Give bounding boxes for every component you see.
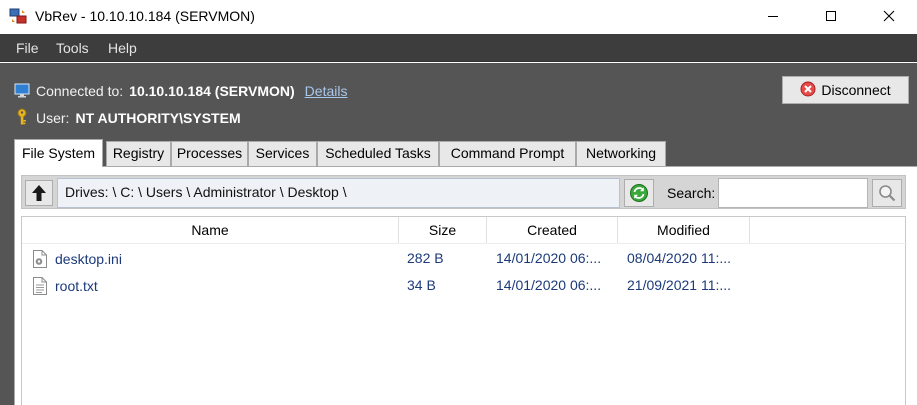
search-input[interactable] (718, 178, 868, 208)
file-created: 14/01/2020 06:... (496, 250, 602, 266)
file-modified: 08/04/2020 11:... (627, 250, 732, 266)
tab-command-prompt[interactable]: Command Prompt (439, 141, 576, 166)
maximize-button[interactable] (808, 0, 854, 32)
tab-networking[interactable]: Networking (576, 141, 666, 166)
file-row[interactable]: root.txt 34 B 14/01/2020 06:... 21/09/20… (22, 273, 907, 299)
disconnect-button[interactable]: Disconnect (782, 76, 909, 104)
file-system-panel: Drives: \ C: \ Users \ Administrator \ D… (14, 166, 917, 405)
file-list: Name Size Created Modified desktop.ini 2… (21, 216, 907, 405)
user-label: User: (36, 110, 70, 126)
menu-tools[interactable]: Tools (56, 40, 89, 56)
header-divider (22, 243, 907, 244)
monitor-icon (14, 82, 30, 101)
file-created: 14/01/2020 06:... (496, 277, 602, 293)
app-icon (9, 7, 27, 25)
column-header-size[interactable]: Size (399, 217, 487, 243)
user-value: NT AUTHORITY\SYSTEM (75, 110, 241, 126)
file-name: desktop.ini (55, 251, 122, 267)
arrow-up-icon (32, 185, 46, 201)
maximize-icon (826, 11, 836, 21)
text-file-icon (32, 277, 48, 295)
file-row[interactable]: desktop.ini 282 B 14/01/2020 06:... 08/0… (22, 246, 907, 272)
file-name: root.txt (55, 278, 98, 294)
search-icon (879, 185, 896, 202)
minimize-icon (768, 16, 778, 17)
path-breadcrumb[interactable]: Drives: \ C: \ Users \ Administrator \ D… (57, 178, 620, 208)
settings-file-icon (32, 250, 48, 268)
disconnect-icon (800, 81, 816, 100)
connection-label: Connected to: (36, 83, 124, 99)
close-icon (883, 10, 895, 22)
file-name-cell: root.txt (32, 277, 98, 295)
menu-file[interactable]: File (16, 40, 39, 56)
tab-services[interactable]: Services (248, 141, 317, 166)
menu-help[interactable]: Help (108, 40, 137, 56)
details-link[interactable]: Details (305, 83, 348, 99)
tab-processes[interactable]: Processes (171, 141, 248, 166)
minimize-button[interactable] (750, 0, 796, 32)
file-name-cell: desktop.ini (32, 250, 122, 268)
file-size: 282 B (407, 250, 444, 266)
search-label: Search: (667, 185, 716, 201)
refresh-icon (630, 184, 648, 202)
path-toolbar: Drives: \ C: \ Users \ Administrator \ D… (21, 175, 906, 209)
column-header-created[interactable]: Created (487, 217, 618, 243)
key-icon (14, 108, 30, 129)
column-header-modified[interactable]: Modified (618, 217, 750, 243)
tab-scheduled-tasks[interactable]: Scheduled Tasks (317, 141, 439, 166)
title-bar: VbRev - 10.10.10.184 (SERVMON) (0, 0, 917, 34)
window-title: VbRev - 10.10.10.184 (SERVMON) (35, 8, 255, 24)
file-size: 34 B (407, 277, 436, 293)
menu-bar: File Tools Help (0, 34, 917, 62)
tab-registry[interactable]: Registry (106, 141, 171, 166)
up-directory-button[interactable] (25, 180, 53, 206)
refresh-button[interactable] (624, 179, 654, 207)
disconnect-label: Disconnect (821, 82, 891, 98)
connection-info: Connected to: 10.10.10.184 (SERVMON) Det… (14, 81, 347, 101)
file-modified: 21/09/2021 11:... (627, 277, 732, 293)
tab-file-system[interactable]: File System (14, 139, 103, 167)
main-panel: Connected to: 10.10.10.184 (SERVMON) Det… (0, 63, 917, 405)
search-button[interactable] (872, 179, 902, 207)
user-info: User: NT AUTHORITY\SYSTEM (14, 108, 241, 128)
connection-host: 10.10.10.184 (SERVMON) (129, 83, 295, 99)
close-button[interactable] (866, 0, 912, 32)
column-header-name[interactable]: Name (22, 217, 399, 243)
